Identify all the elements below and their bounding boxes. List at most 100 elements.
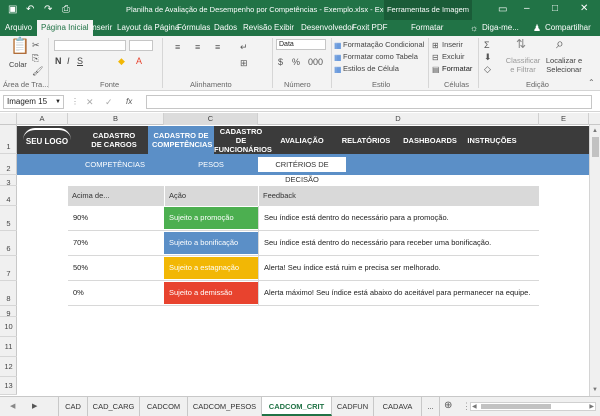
insert-function-icon[interactable]: fx	[126, 97, 132, 106]
sheet-tab-active[interactable]: CADCOM_CRIT	[262, 397, 332, 416]
row-header[interactable]: 3	[0, 175, 17, 187]
enter-icon[interactable]: ✓	[105, 97, 113, 107]
subnav-competencias[interactable]: COMPETÊNCIAS	[68, 157, 162, 172]
align-left-icon[interactable]: ≡	[175, 42, 180, 52]
format-cells-icon[interactable]: ▤	[432, 65, 440, 75]
column-header[interactable]: D	[258, 113, 539, 125]
cancel-icon[interactable]: ✕	[86, 97, 94, 107]
chevron-down-icon[interactable]: ▼	[55, 96, 61, 108]
find-select-button[interactable]: Localizar e Selecionar	[544, 56, 584, 74]
sheet-tab[interactable]: CAD	[58, 397, 88, 416]
cell-styles-icon[interactable]: ▦	[334, 65, 342, 75]
undo-icon[interactable]: ↶	[26, 5, 34, 15]
threshold-cell[interactable]: 50%	[68, 256, 164, 280]
close-icon[interactable]: ✕	[580, 4, 588, 14]
nav-cadastro-competencias[interactable]: CADASTRO DE COMPETÊNCIAS	[148, 126, 214, 154]
minimize-icon[interactable]: –	[524, 4, 530, 14]
tab-layout[interactable]: Layout da Página	[117, 20, 179, 36]
row-header[interactable]: 12	[0, 357, 17, 377]
tab-formatar[interactable]: Formatar	[411, 20, 443, 36]
sheet-tab[interactable]: CADCOM_PESOS	[188, 397, 262, 416]
threshold-cell[interactable]: 90%	[68, 206, 164, 230]
format-table-button[interactable]: Formatar como Tabela	[343, 52, 418, 61]
cut-icon[interactable]: ✂	[32, 40, 40, 50]
scroll-tabs-right-icon[interactable]: ▶	[32, 402, 37, 412]
feedback-cell[interactable]: Alerta! Seu índice está ruim e precisa s…	[258, 256, 539, 280]
sheet-tab[interactable]: CADCOM	[140, 397, 188, 416]
cell-styles-button[interactable]: Estilos de Célula	[343, 64, 399, 73]
sort-filter-button[interactable]: Classificar e Filtrar	[505, 56, 541, 74]
nav-instrucoes[interactable]: INSTRUÇÕES	[464, 126, 520, 154]
tab-foxit[interactable]: Foxit PDF	[352, 20, 388, 36]
column-header[interactable]: B	[68, 113, 164, 125]
row-header[interactable]: 5	[0, 206, 17, 231]
insert-cells-icon[interactable]: ⊞	[432, 41, 439, 51]
conditional-format-button[interactable]: Formatação Condicional	[343, 40, 424, 49]
ribbon-options-icon[interactable]: ▭	[498, 5, 507, 15]
row-header[interactable]: 10	[0, 317, 17, 337]
row-header[interactable]: 4	[0, 186, 17, 206]
nav-cadastro-cargos[interactable]: CADASTRO DE CARGOS	[81, 126, 147, 154]
add-sheet-icon[interactable]: ⊕	[444, 401, 452, 411]
collapse-ribbon-icon[interactable]: ⌃	[588, 78, 595, 88]
tab-arquivo[interactable]: Arquivo	[5, 20, 32, 36]
tab-revisao[interactable]: Revisão	[243, 20, 272, 36]
more-sheets[interactable]: ...	[422, 397, 440, 416]
h-scroll-thumb[interactable]	[481, 404, 551, 409]
italic-icon[interactable]: I	[67, 56, 70, 66]
feedback-cell[interactable]: Seu índice está dentro do necessário par…	[258, 231, 539, 255]
align-center-icon[interactable]: ≡	[195, 42, 200, 52]
format-table-icon[interactable]: ▦	[334, 53, 342, 63]
currency-icon[interactable]: $	[278, 57, 283, 67]
subnav-criterios[interactable]: CRITÉRIOS DE DECISÃO	[258, 157, 346, 184]
sheet-tab[interactable]: CAD_CARG	[88, 397, 140, 416]
format-cells-button[interactable]: Formatar	[442, 64, 472, 73]
row-header[interactable]: 9	[0, 306, 17, 318]
scroll-down-icon[interactable]: ▼	[592, 385, 598, 395]
column-header[interactable]: E	[539, 113, 589, 125]
sheet-tab[interactable]: CADAVA	[374, 397, 422, 416]
conditional-format-icon[interactable]: ▦	[334, 41, 342, 51]
row-header[interactable]: 7	[0, 256, 17, 281]
column-header[interactable]: A	[17, 113, 68, 125]
scroll-right-icon[interactable]: ▶	[589, 403, 594, 410]
name-box[interactable]: Imagem 15 ▼	[3, 95, 64, 109]
action-cell[interactable]: Sujeito a bonificação	[164, 232, 258, 254]
paste-button[interactable]: Colar	[9, 60, 27, 69]
row-header[interactable]: 1	[0, 125, 17, 154]
number-format-select[interactable]: Data	[276, 39, 326, 50]
percent-icon[interactable]: %	[292, 57, 300, 67]
feedback-cell[interactable]: Alerta máximo! Seu índice está abaixo do…	[258, 281, 539, 305]
action-cell[interactable]: Sujeito a demissão	[164, 282, 258, 304]
threshold-cell[interactable]: 0%	[68, 281, 164, 305]
format-painter-icon[interactable]: 🖌	[32, 66, 43, 76]
horizontal-scrollbar[interactable]: ◀ ▶	[470, 402, 596, 411]
threshold-cell[interactable]: 70%	[68, 231, 164, 255]
sort-filter-icon[interactable]: ⇅	[516, 38, 526, 50]
nav-avaliacao[interactable]: AVALIAÇÃO	[275, 126, 329, 154]
clear-icon[interactable]: ◇	[484, 64, 491, 74]
nav-relatorios[interactable]: RELATÓRIOS	[337, 126, 395, 154]
scroll-thumb[interactable]	[592, 137, 599, 157]
font-size-box[interactable]	[129, 40, 153, 51]
nav-cadastro-funcionarios[interactable]: CADASTRO DE FUNCIONÁRIOS	[214, 126, 272, 154]
paste-icon[interactable]: 📋	[10, 39, 30, 55]
row-header[interactable]: 11	[0, 337, 17, 357]
formula-input[interactable]	[146, 95, 592, 109]
wrap-text-icon[interactable]: ↵	[240, 42, 248, 52]
row-header[interactable]: 6	[0, 231, 17, 256]
tab-formulas[interactable]: Fórmulas	[177, 20, 210, 36]
scroll-tabs-left-icon[interactable]: ◀	[10, 402, 15, 412]
column-header[interactable]: C	[164, 113, 258, 125]
scroll-left-icon[interactable]: ◀	[472, 403, 477, 410]
merge-cells-icon[interactable]: ⊞	[240, 58, 248, 68]
comma-icon[interactable]: 000	[308, 57, 323, 67]
delete-cells-button[interactable]: Excluir	[442, 52, 465, 61]
select-all-corner[interactable]	[0, 113, 17, 125]
copy-icon[interactable]: ⎘	[32, 53, 39, 63]
share-button[interactable]: Compartilhar	[545, 20, 591, 36]
tell-me-input[interactable]: Diga-me...	[482, 20, 519, 36]
vertical-scrollbar[interactable]: ▲ ▼	[589, 125, 600, 396]
tab-desenvolvedor[interactable]: Desenvolvedor	[301, 20, 354, 36]
font-color-icon[interactable]: A	[136, 56, 142, 66]
